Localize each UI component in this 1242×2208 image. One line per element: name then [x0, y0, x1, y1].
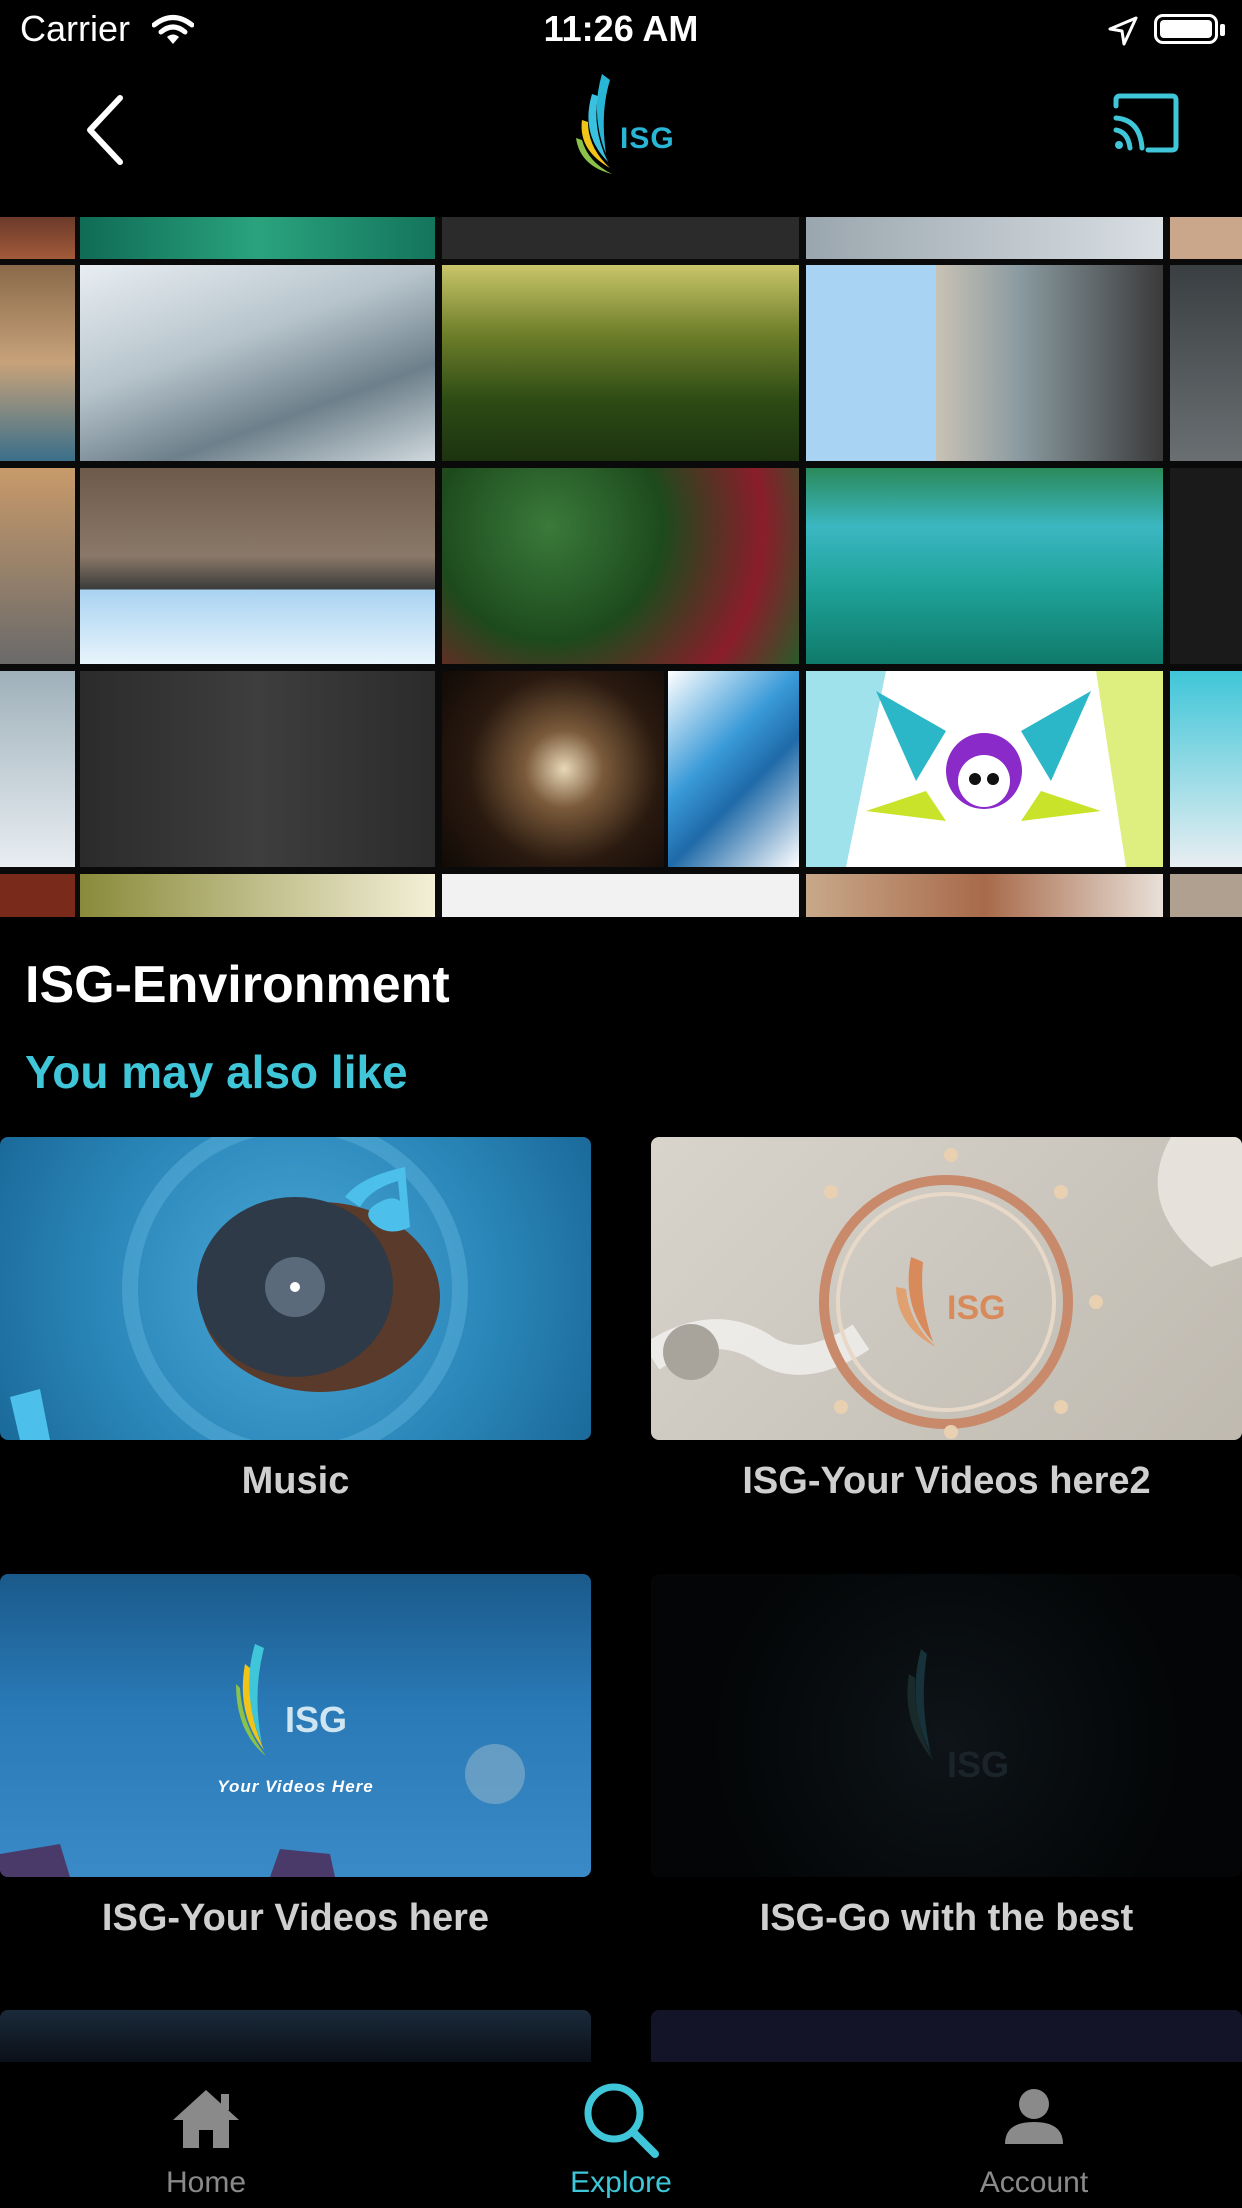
- search-icon: [584, 2083, 659, 2158]
- page-title: ISG-Environment: [25, 956, 450, 1014]
- tab-account[interactable]: Account: [884, 2062, 1184, 2208]
- you-may-also-like-heading: You may also like: [25, 1046, 408, 1098]
- hero-tile-mountain: [80, 265, 435, 461]
- hero-tile-road: [0, 468, 75, 664]
- hero-tile-building: [80, 671, 435, 867]
- status-bar: Carrier 11:26 AM: [0, 0, 1242, 62]
- card-logo-text: ISG: [285, 1699, 348, 1740]
- nav-bar: ISG: [0, 62, 1242, 217]
- hero-tile: [1170, 874, 1242, 917]
- video-card-music[interactable]: Music: [0, 1137, 591, 1503]
- logo-text: ISG: [620, 122, 675, 155]
- battery-cap: [1220, 24, 1225, 36]
- hero-tile-swimmer: [806, 468, 1163, 664]
- hero-video-mosaic[interactable]: [0, 217, 1242, 917]
- video-card-partial[interactable]: [651, 2010, 1242, 2062]
- video-card-go-with-the-best[interactable]: ISG ISG-Go with the best: [651, 1574, 1242, 1940]
- hero-tile: [806, 217, 1163, 259]
- hero-tile: [0, 874, 75, 917]
- hero-tile-city: [80, 468, 435, 664]
- hero-tile: [442, 874, 799, 917]
- tab-label: Explore: [570, 2166, 672, 2199]
- hero-tile-logo-swirl: [668, 671, 799, 867]
- cast-icon[interactable]: [1110, 92, 1180, 154]
- account-icon: [1005, 2089, 1063, 2144]
- location-arrow-icon: [1108, 16, 1138, 46]
- battery-icon: [1154, 14, 1218, 44]
- hero-tile: [80, 874, 435, 917]
- hero-tile-skull-emblem: [806, 671, 1163, 867]
- card-label: Music: [241, 1460, 350, 1502]
- clock: 11:26 AM: [543, 8, 699, 49]
- hero-tile: [1170, 217, 1242, 259]
- hero-tile: [806, 874, 1163, 917]
- card-thumbnail: ISG: [651, 1137, 1242, 1440]
- back-button[interactable]: [80, 90, 140, 170]
- hero-tile-snow: [0, 671, 75, 867]
- tab-explore[interactable]: Explore: [471, 2062, 771, 2208]
- hero-tile-plants: [442, 468, 799, 664]
- card-logo-text: ISG: [947, 1744, 1010, 1785]
- card-tagline: Your Videos Here: [217, 1777, 374, 1796]
- hero-tile: [1170, 468, 1242, 664]
- card-label: ISG-Go with the best: [759, 1897, 1134, 1939]
- hero-tile: [1170, 671, 1242, 867]
- tab-label: Home: [165, 2166, 247, 2199]
- video-card-your-videos-here2[interactable]: ISG ISG-Your Videos here2: [651, 1137, 1242, 1503]
- card-label: ISG-Your Videos here: [101, 1897, 490, 1939]
- hero-tile: [442, 217, 799, 259]
- hero-tile: [80, 217, 435, 259]
- card-label: ISG-Your Videos here2: [742, 1460, 1151, 1502]
- card-logo-text: ISG: [947, 1289, 1006, 1327]
- hero-tile-skyscraper: [442, 671, 664, 867]
- hero-tile-forest: [442, 265, 799, 461]
- hero-tile: [0, 217, 75, 259]
- hero-tile-motorcycle: [806, 265, 1163, 461]
- tab-bar: Home Explore Account: [0, 2062, 1242, 2208]
- tab-label: Account: [979, 2166, 1089, 2199]
- tab-home[interactable]: Home: [56, 2062, 356, 2208]
- hero-tile-town: [0, 265, 75, 461]
- home-icon: [173, 2090, 239, 2148]
- card-thumbnail: ISG: [651, 1574, 1242, 1877]
- card-thumbnail: [0, 1137, 591, 1440]
- hero-tile: [1170, 265, 1242, 461]
- card-thumbnail: ISG Your Videos Here: [0, 1574, 591, 1877]
- video-card-your-videos-here[interactable]: ISG Your Videos Here ISG-Your Videos her…: [0, 1574, 591, 1940]
- video-card-partial[interactable]: [0, 2010, 591, 2062]
